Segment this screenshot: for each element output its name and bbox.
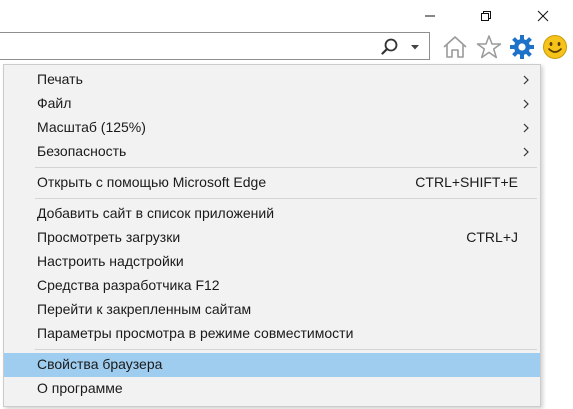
menu-separator [35, 198, 537, 199]
menu-item-label: Безопасность [37, 143, 127, 159]
menu-item-internet-options[interactable]: Свойства браузера [4, 353, 540, 377]
menu-item-about[interactable]: О программе [4, 377, 540, 401]
chevron-right-icon [523, 75, 529, 85]
menu-item-compatibility-view-settings[interactable]: Параметры просмотра в режиме совместимос… [4, 322, 540, 346]
menu-item-label: О программе [37, 380, 123, 396]
menu-item-manage-addons[interactable]: Настроить надстройки [4, 250, 540, 274]
address-bar[interactable] [0, 32, 430, 60]
close-icon [537, 10, 549, 22]
gear-icon[interactable] [508, 33, 536, 61]
menu-separator [35, 349, 537, 350]
chevron-down-icon[interactable] [405, 37, 425, 57]
menu-item-label: Средства разработчика F12 [37, 277, 220, 293]
menu-item-shortcut: CTRL+SHIFT+E [415, 174, 518, 190]
minimize-button[interactable] [407, 0, 453, 32]
menu-item-label: Свойства браузера [37, 356, 163, 372]
menu-item-label: Перейти к закрепленным сайтам [37, 301, 252, 317]
menu-item-label: Просмотреть загрузки [37, 229, 181, 245]
menu-item-view-downloads[interactable]: Просмотреть загрузки CTRL+J [4, 226, 540, 250]
close-button[interactable] [520, 0, 566, 32]
restore-button[interactable] [463, 0, 509, 32]
menu-item-label: Масштаб (125%) [37, 119, 146, 135]
smiley-icon[interactable] [541, 33, 569, 61]
menu-item-label: Открыть с помощью Microsoft Edge [37, 174, 267, 190]
title-bar [0, 0, 573, 32]
menu-item-label: Параметры просмотра в режиме совместимос… [37, 325, 354, 341]
search-icon[interactable] [380, 37, 400, 57]
menu-item-pinned-sites[interactable]: Перейти к закрепленным сайтам [4, 298, 540, 322]
home-icon[interactable] [441, 33, 469, 61]
tools-menu: Печать Файл Масштаб (125%) Безопасность … [3, 64, 541, 407]
menu-item-open-in-edge[interactable]: Открыть с помощью Microsoft Edge CTRL+SH… [4, 171, 540, 195]
menu-item-security[interactable]: Безопасность [4, 140, 540, 164]
menu-item-developer-tools[interactable]: Средства разработчика F12 [4, 274, 540, 298]
chevron-right-icon [523, 99, 529, 109]
menu-item-label: Добавить сайт в список приложений [37, 205, 275, 221]
menu-item-print[interactable]: Печать [4, 68, 540, 92]
minimize-icon [425, 15, 435, 17]
menu-item-label: Печать [37, 71, 83, 87]
menu-item-add-site-to-apps[interactable]: Добавить сайт в список приложений [4, 202, 540, 226]
menu-item-label: Настроить надстройки [37, 253, 184, 269]
menu-item-zoom[interactable]: Масштаб (125%) [4, 116, 540, 140]
menu-separator [35, 167, 537, 168]
restore-icon [481, 11, 491, 21]
star-icon[interactable] [475, 33, 503, 61]
chevron-right-icon [523, 123, 529, 133]
chevron-right-icon [523, 147, 529, 157]
menu-item-file[interactable]: Файл [4, 92, 540, 116]
menu-item-label: Файл [37, 95, 72, 111]
menu-item-shortcut: CTRL+J [466, 229, 518, 245]
